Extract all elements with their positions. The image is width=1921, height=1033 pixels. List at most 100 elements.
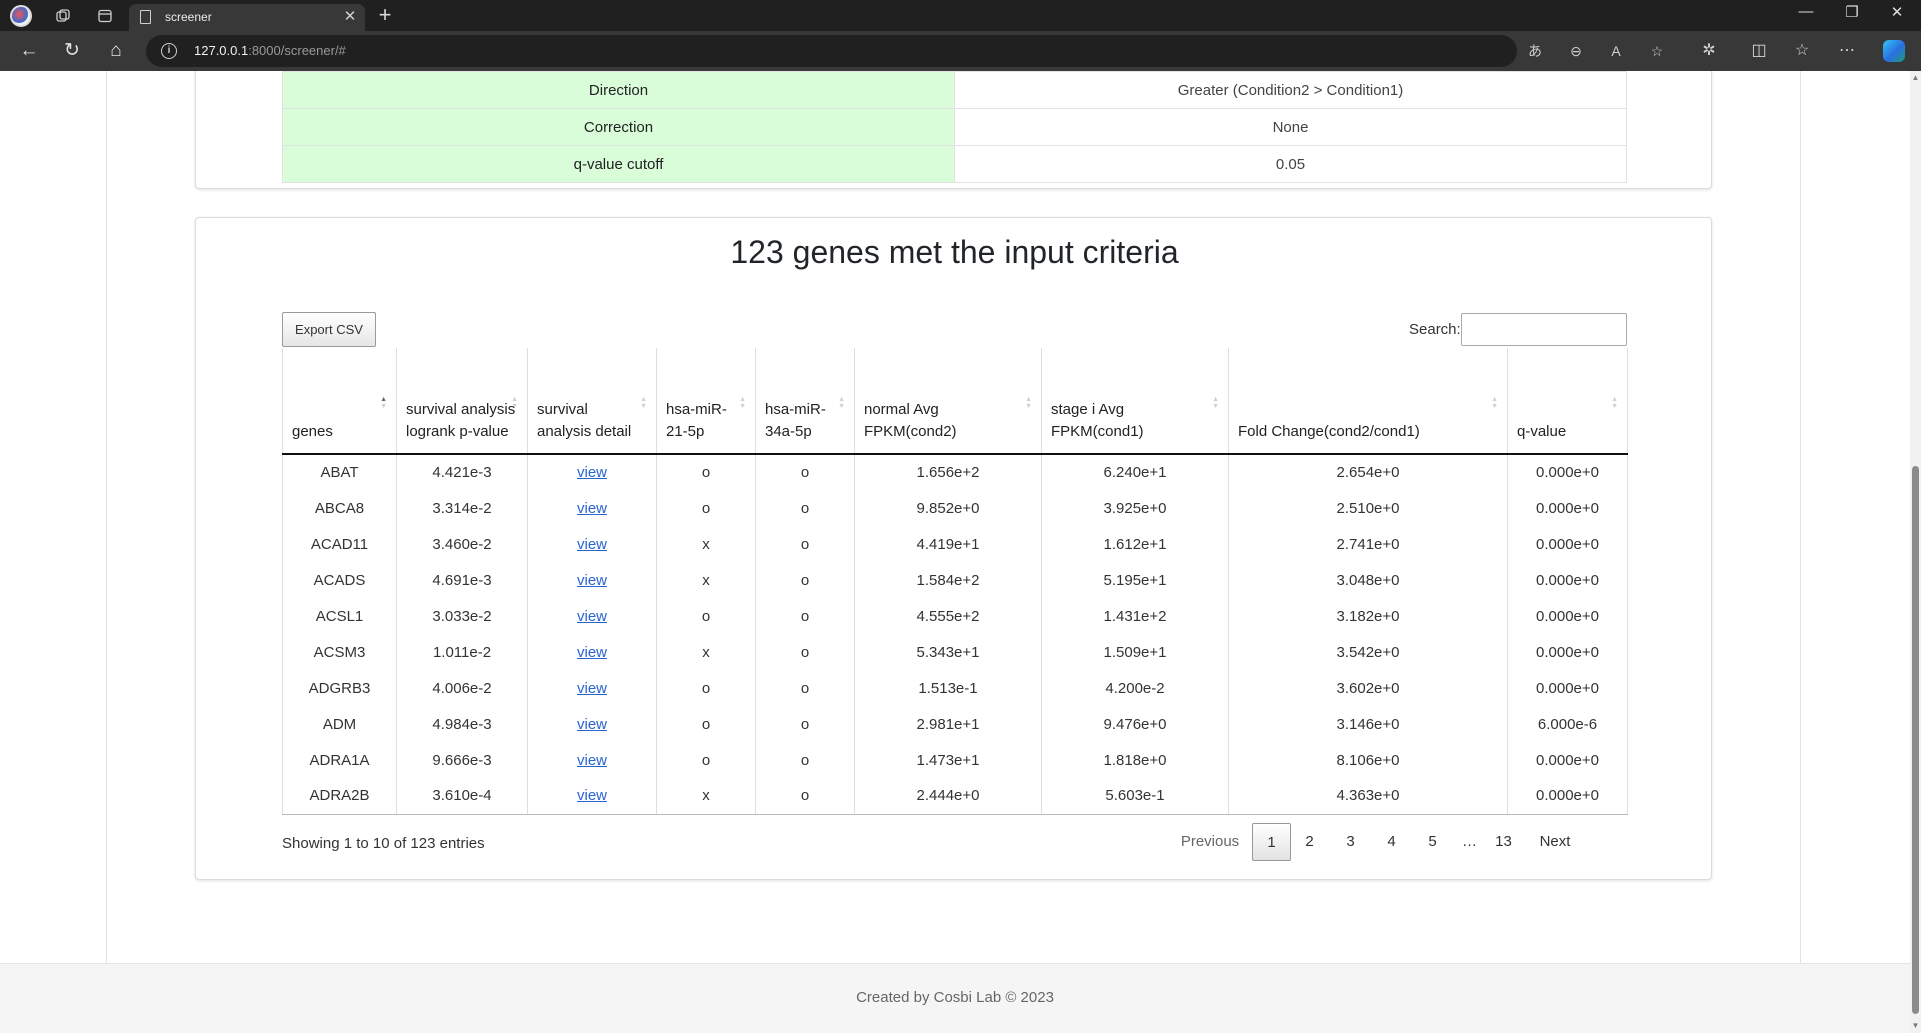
- stage-fpkm-cell: 9.476e+0: [1041, 706, 1229, 742]
- extensions-icon[interactable]: ✲: [1697, 40, 1721, 64]
- home-icon[interactable]: ⌂: [103, 39, 129, 65]
- more-menu-icon[interactable]: ⋯: [1835, 40, 1859, 64]
- view-detail-link[interactable]: view: [577, 787, 607, 804]
- column-header[interactable]: normal Avg FPKM(cond2) ▲ ▼: [854, 348, 1042, 455]
- column-header[interactable]: stage i Avg FPKM(cond1) ▲ ▼: [1041, 348, 1229, 455]
- pagination-previous[interactable]: Previous: [1177, 823, 1243, 861]
- column-header[interactable]: q-value ▲ ▼: [1507, 348, 1628, 455]
- sort-icon: ▲ ▼: [1212, 396, 1219, 410]
- read-aloud-translate-icon[interactable]: あ: [1524, 41, 1546, 61]
- gene-cell: ADM: [282, 706, 397, 742]
- address-bar[interactable]: i 127.0.0.1:8000/screener/# あ ⊖ A ☆: [146, 35, 1663, 67]
- column-header[interactable]: survival analysis detail ▲ ▼: [527, 348, 657, 455]
- stage-fpkm-cell: 5.603e-1: [1041, 778, 1229, 815]
- mir21-cell: x: [656, 562, 756, 598]
- pvalue-cell: 4.691e-3: [396, 562, 528, 598]
- column-header[interactable]: genes ▲ ▼: [282, 348, 397, 455]
- normal-fpkm-cell: 9.852e+0: [854, 490, 1042, 526]
- page-scrollbar[interactable]: ▲ ▼: [1910, 71, 1921, 1033]
- gene-cell: ACSM3: [282, 634, 397, 670]
- mir21-cell: o: [656, 742, 756, 778]
- pagination-page-3[interactable]: 3: [1333, 823, 1368, 861]
- parameters-table: Direction Greater (Condition2 > Condition…: [282, 71, 1627, 183]
- scrollbar-thumb[interactable]: [1912, 466, 1919, 1014]
- minimize-icon[interactable]: —: [1786, 3, 1826, 27]
- view-detail-link[interactable]: view: [577, 608, 607, 625]
- normal-fpkm-cell: 1.473e+1: [854, 742, 1042, 778]
- column-header-label: survival analysis detail: [537, 401, 632, 440]
- tab-close-icon[interactable]: ✕: [341, 7, 359, 25]
- parameter-value: Greater (Condition2 > Condition1): [954, 71, 1627, 109]
- view-detail-link[interactable]: view: [577, 536, 607, 553]
- pvalue-cell: 1.011e-2: [396, 634, 528, 670]
- pagination-page-2[interactable]: 2: [1292, 823, 1327, 861]
- pvalue-cell: 4.006e-2: [396, 670, 528, 706]
- pvalue-cell: 4.984e-3: [396, 706, 528, 742]
- pagination-next[interactable]: Next: [1531, 823, 1579, 861]
- pagination-page-13[interactable]: 13: [1486, 823, 1521, 861]
- refresh-icon[interactable]: ↻: [59, 39, 85, 65]
- split-screen-icon[interactable]: ◫: [1747, 40, 1771, 64]
- view-detail-link[interactable]: view: [577, 464, 607, 481]
- view-detail-link[interactable]: view: [577, 716, 607, 733]
- detail-cell: view: [527, 706, 657, 742]
- restore-icon[interactable]: ❐: [1832, 3, 1872, 27]
- column-header-label: hsa-miR-34a-5p: [765, 401, 826, 440]
- pagination-page-4[interactable]: 4: [1374, 823, 1409, 861]
- detail-cell: view: [527, 778, 657, 815]
- view-detail-link[interactable]: view: [577, 752, 607, 769]
- parameters-card: Direction Greater (Condition2 > Condition…: [195, 71, 1712, 189]
- mir21-cell: x: [656, 634, 756, 670]
- workspaces-icon[interactable]: [52, 5, 74, 27]
- detail-cell: view: [527, 742, 657, 778]
- gene-cell: ACAD11: [282, 526, 397, 562]
- pagination-page-5[interactable]: 5: [1415, 823, 1450, 861]
- favorites-icon[interactable]: ☆: [1790, 40, 1814, 64]
- column-header[interactable]: survival analysis logrank p-value ▲ ▼: [396, 348, 528, 455]
- new-tab-icon[interactable]: +: [374, 2, 396, 28]
- copilot-icon[interactable]: [1883, 40, 1905, 62]
- sort-icon: ▲ ▼: [1491, 396, 1498, 410]
- export-csv-button[interactable]: Export CSV: [282, 312, 376, 347]
- column-header[interactable]: hsa-miR-21-5p ▲ ▼: [656, 348, 756, 455]
- tab-actions-icon[interactable]: [94, 5, 116, 27]
- table-row: ACAD11 3.460e-2 view x o 4.419e+1 1.612e+1 2.74…: [282, 526, 1628, 562]
- column-header-label: stage i Avg FPKM(cond1): [1051, 401, 1144, 440]
- table-row: ADRA2B 3.610e-4 view x o 2.444e+0 5.603e-1 4.36…: [282, 778, 1628, 815]
- table-row: ADM 4.984e-3 view o o 2.981e+1 9.476e+0 3.146e+…: [282, 706, 1628, 742]
- page-icon: [140, 10, 151, 24]
- scroll-down-icon[interactable]: ▼: [1910, 1021, 1921, 1030]
- view-detail-link[interactable]: view: [577, 572, 607, 589]
- back-icon[interactable]: ←: [16, 39, 42, 65]
- tab-screener[interactable]: screener ✕: [129, 4, 365, 31]
- pvalue-cell: 9.666e-3: [396, 742, 528, 778]
- view-detail-link[interactable]: view: [577, 644, 607, 661]
- view-detail-link[interactable]: view: [577, 500, 607, 517]
- mir21-cell: x: [656, 526, 756, 562]
- profile-avatar-icon[interactable]: [10, 5, 32, 27]
- mir21-cell: o: [656, 454, 756, 490]
- fold-change-cell: 8.106e+0: [1228, 742, 1508, 778]
- immersive-reader-icon[interactable]: A: [1605, 41, 1627, 61]
- search-input[interactable]: [1461, 313, 1627, 346]
- url-text[interactable]: 127.0.0.1:8000/screener/#: [194, 43, 346, 58]
- view-detail-link[interactable]: view: [577, 680, 607, 697]
- mir34a-cell: o: [755, 562, 855, 598]
- stage-fpkm-cell: 1.509e+1: [1041, 634, 1229, 670]
- stage-fpkm-cell: 5.195e+1: [1041, 562, 1229, 598]
- fold-change-cell: 3.542e+0: [1228, 634, 1508, 670]
- column-header[interactable]: Fold Change(cond2/cond1) ▲ ▼: [1228, 348, 1508, 455]
- column-header-label: normal Avg FPKM(cond2): [864, 401, 957, 440]
- favorite-star-icon[interactable]: ☆: [1646, 41, 1668, 61]
- column-header[interactable]: hsa-miR-34a-5p ▲ ▼: [755, 348, 855, 455]
- zoom-out-icon[interactable]: ⊖: [1565, 41, 1587, 61]
- fold-change-cell: 3.602e+0: [1228, 670, 1508, 706]
- column-header-label: genes: [292, 423, 333, 440]
- table-row: ACSM3 1.011e-2 view x o 5.343e+1 1.509e+1 3.542…: [282, 634, 1628, 670]
- qvalue-cell: 0.000e+0: [1507, 526, 1628, 562]
- site-info-icon[interactable]: i: [161, 43, 177, 59]
- footer: Created by Cosbi Lab © 2023: [0, 963, 1910, 1033]
- window-close-icon[interactable]: ✕: [1877, 3, 1917, 27]
- pagination-page-1[interactable]: 1: [1252, 823, 1291, 861]
- scroll-up-icon[interactable]: ▲: [1910, 73, 1921, 82]
